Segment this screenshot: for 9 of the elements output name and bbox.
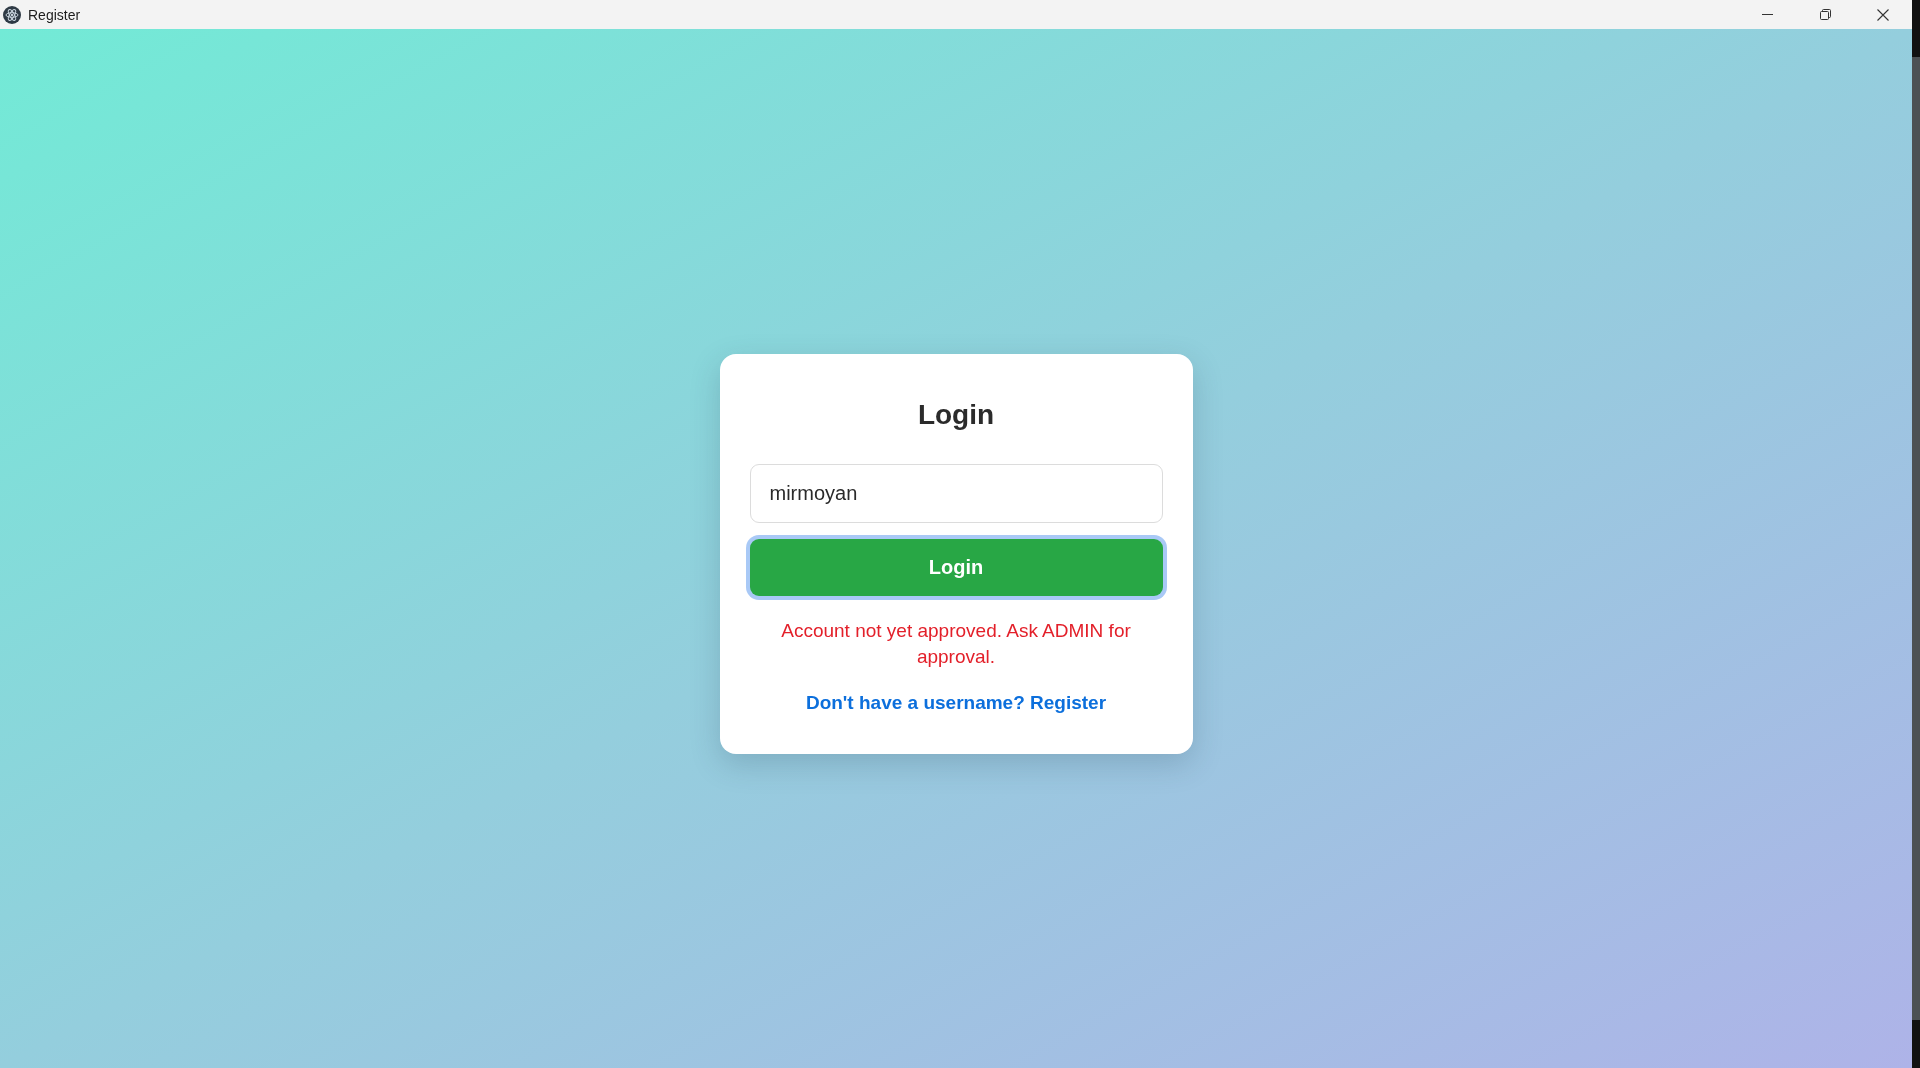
close-icon [1877, 8, 1889, 21]
atom-icon [3, 5, 21, 24]
window-title: Register [28, 6, 81, 23]
minimize-icon [1761, 14, 1773, 15]
register-link[interactable]: Don't have a username? Register [805, 689, 1107, 716]
card-title: Login [917, 397, 995, 432]
restore-icon [1819, 9, 1831, 20]
username-field[interactable]: mirmoyan [749, 463, 1163, 523]
error-message: Account not yet approved. Ask ADMIN for approval. [780, 618, 1132, 669]
